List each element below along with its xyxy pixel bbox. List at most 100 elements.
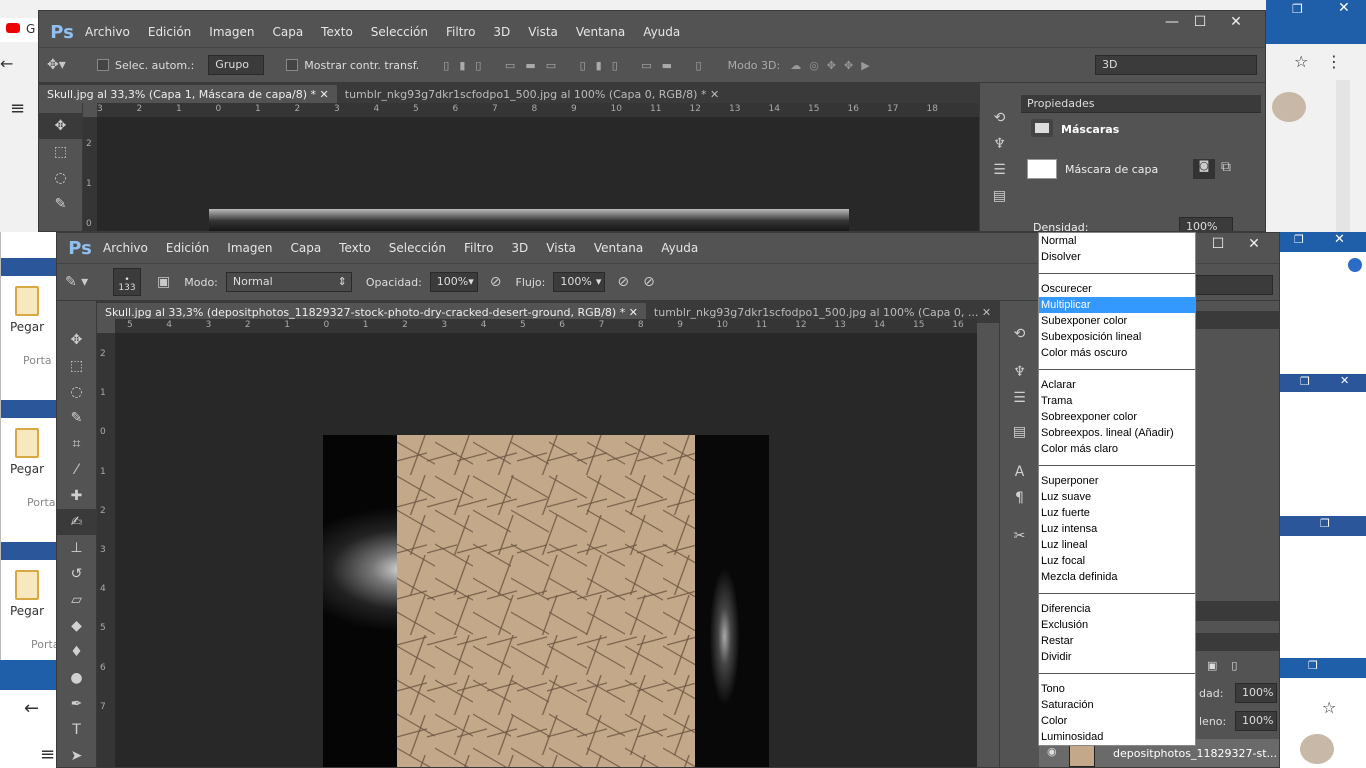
bookmark-star-icon[interactable]: ☆ [1294, 52, 1308, 71]
pixel-mask-icon[interactable]: ◙ [1193, 159, 1215, 179]
tool-presets-icon[interactable]: ✂ [1000, 523, 1039, 549]
blend-mode-option[interactable]: Normal [1039, 233, 1195, 249]
hamburger-menu-icon[interactable]: ≡ [40, 744, 55, 765]
quick-select-tool-icon[interactable]: ✎ [39, 191, 82, 217]
menu-filtro[interactable]: Filtro [446, 25, 475, 39]
mode3d-icons[interactable]: ☁◎✥✥▶ [790, 59, 878, 72]
vector-mask-icon[interactable]: ⧉ [1221, 159, 1231, 175]
blur-tool-icon[interactable]: ♦ [57, 639, 96, 665]
blend-mode-option[interactable]: Saturación [1039, 697, 1195, 713]
menu-capa[interactable]: Capa [272, 25, 303, 39]
layer-opacity-field[interactable]: 100% [1235, 683, 1277, 703]
history-icon[interactable]: ⟲ [980, 105, 1019, 131]
menu-archivo[interactable]: Archivo [103, 241, 148, 255]
blend-mode-option[interactable]: Multiplicar [1039, 297, 1195, 313]
menu-imagen[interactable]: Imagen [209, 25, 254, 39]
opacity-field[interactable]: 100% ▾ [429, 272, 478, 292]
menu-texto[interactable]: Texto [339, 241, 371, 255]
menu-edicion[interactable]: Edición [166, 241, 209, 255]
brush-panel-icon[interactable]: ▣ [157, 274, 170, 290]
menu-capa[interactable]: Capa [290, 241, 321, 255]
eraser-tool-icon[interactable]: ▱ [57, 587, 96, 613]
blend-mode-option[interactable]: Color más oscuro [1039, 345, 1195, 361]
browser-tab[interactable]: G [0, 18, 40, 42]
tab-tumblr[interactable]: tumblr_nkg93g7dkr1scfodpo1_500.jpg al 10… [337, 85, 727, 105]
menu-ayuda[interactable]: Ayuda [661, 241, 698, 255]
menu-imagen[interactable]: Imagen [227, 241, 272, 255]
layer-comps-icon[interactable]: ▤ [1000, 419, 1039, 445]
flow-field[interactable]: 100% ▾ [553, 272, 606, 292]
move-tool-icon[interactable]: ✥▾ [47, 57, 87, 73]
blend-mode-option[interactable]: Superponer [1039, 473, 1195, 489]
help-icon[interactable] [1348, 258, 1362, 272]
type-tool-icon[interactable]: T [57, 717, 96, 743]
blend-mode-option[interactable]: Tono [1039, 681, 1195, 697]
close-icon[interactable]: ✕ [1340, 374, 1349, 387]
paste-button[interactable]: Pegar [7, 286, 47, 334]
brush-tool-preset-icon[interactable]: ✎ ▾ [65, 274, 113, 290]
stamp-tool-icon[interactable]: ⊥ [57, 535, 96, 561]
blend-mode-option[interactable]: Luz intensa [1039, 521, 1195, 537]
back-icon[interactable]: ← [24, 698, 39, 719]
eyedropper-tool-icon[interactable]: ⁄ [57, 457, 96, 483]
brush-presets-icon[interactable]: ♆ [980, 131, 1019, 157]
history-icon[interactable]: ⟲ [1000, 321, 1039, 347]
workspace-dropdown[interactable] [1189, 275, 1273, 295]
healing-tool-icon[interactable]: ✚ [57, 483, 96, 509]
canvas-area[interactable] [115, 333, 977, 767]
maximize-button[interactable]: ☐ [1203, 233, 1233, 255]
move-tool-icon[interactable]: ✥ [57, 327, 96, 353]
marquee-tool-icon[interactable]: ⬚ [39, 139, 82, 165]
auto-select-dropdown[interactable]: Grupo [208, 55, 265, 75]
quick-select-tool-icon[interactable]: ✎ [57, 405, 96, 431]
blend-mode-option[interactable]: Sobreexpos. lineal (Añadir) [1039, 425, 1195, 441]
menu-ayuda[interactable]: Ayuda [643, 25, 680, 39]
paste-button[interactable]: Pegar [7, 428, 47, 476]
adjustments-icon[interactable]: ☰ [980, 157, 1019, 183]
menu-ventana[interactable]: Ventana [576, 25, 625, 39]
avatar[interactable] [1272, 92, 1306, 122]
restore-icon[interactable]: ❐ [1292, 2, 1303, 16]
blend-mode-option[interactable]: Restar [1039, 633, 1195, 649]
minimize-button[interactable]: — [1157, 11, 1187, 33]
marquee-tool-icon[interactable]: ⬚ [57, 353, 96, 379]
airbrush-icon[interactable]: ⊘ [617, 274, 629, 290]
browser-menu-icon[interactable]: ⋮ [1326, 52, 1342, 71]
auto-select-checkbox[interactable] [97, 59, 109, 71]
layer-filter-icons[interactable]: ▣▯ [1207, 659, 1251, 672]
pen-tool-icon[interactable]: ✒ [57, 691, 96, 717]
layer-fill-field[interactable]: 100% [1235, 711, 1277, 731]
menu-texto[interactable]: Texto [321, 25, 353, 39]
blend-mode-option[interactable]: Diferencia [1039, 601, 1195, 617]
menu-3d[interactable]: 3D [511, 241, 528, 255]
brush-presets-icon[interactable]: ♆ [1000, 359, 1039, 385]
paragraph-icon[interactable]: ¶ [1000, 485, 1039, 511]
close-button[interactable]: ✕ [1221, 11, 1251, 33]
blend-mode-option[interactable]: Sobreexponer color [1039, 409, 1195, 425]
avatar[interactable] [1300, 734, 1334, 764]
blend-mode-option[interactable]: Disolver [1039, 249, 1195, 265]
blend-mode-option[interactable]: Color más claro [1039, 441, 1195, 457]
visibility-eye-icon[interactable]: ◉ [1047, 745, 1057, 758]
blend-mode-option[interactable]: Mezcla definida [1039, 569, 1195, 585]
density-field[interactable]: 100% [1179, 217, 1233, 231]
menu-vista[interactable]: Vista [528, 25, 558, 39]
blend-mode-option[interactable]: Luminosidad [1039, 729, 1195, 745]
blend-mode-option[interactable]: Color [1039, 713, 1195, 729]
align-icons[interactable]: ▯▮▯ ▭▬▭ ▯▮▯ ▭▬ ▯ [443, 59, 711, 72]
blend-mode-option[interactable]: Subexposición lineal [1039, 329, 1195, 345]
lasso-tool-icon[interactable]: ◌ [57, 379, 96, 405]
history-brush-tool-icon[interactable]: ↺ [57, 561, 96, 587]
restore-icon[interactable]: ❐ [1294, 233, 1304, 246]
menu-seleccion[interactable]: Selección [389, 241, 446, 255]
tab-skull[interactable]: Skull.jpg al 33,3% (Capa 1, Máscara de c… [39, 85, 337, 105]
crop-tool-icon[interactable]: ⌗ [57, 431, 96, 457]
restore-icon[interactable]: ❐ [1300, 375, 1310, 388]
close-icon[interactable]: ✕ [1338, 0, 1350, 16]
menu-filtro[interactable]: Filtro [464, 241, 493, 255]
lasso-tool-icon[interactable]: ◌ [39, 165, 82, 191]
blend-mode-option[interactable]: Aclarar [1039, 377, 1195, 393]
path-select-tool-icon[interactable]: ➤ [57, 743, 96, 767]
bookmark-star-icon[interactable]: ☆ [1322, 698, 1336, 717]
maximize-button[interactable]: ☐ [1185, 11, 1215, 33]
